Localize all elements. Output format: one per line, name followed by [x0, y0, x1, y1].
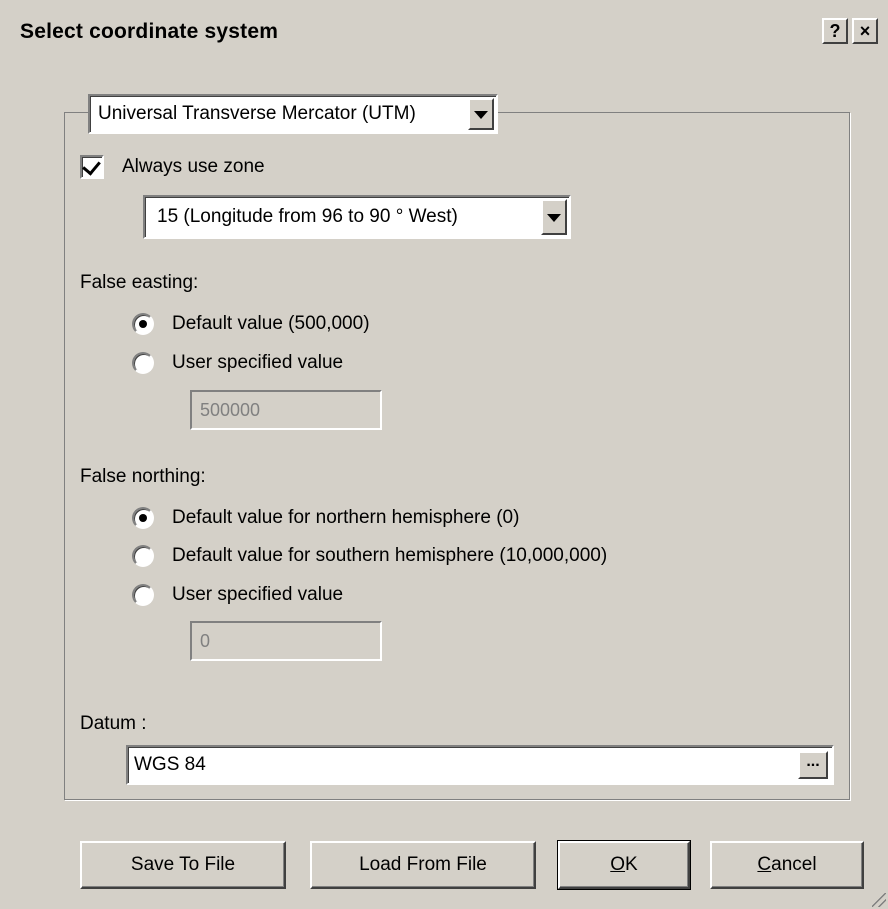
- zone-select[interactable]: 15 (Longitude from 96 to 90 ° West): [143, 195, 571, 239]
- northing-user-label: User specified value: [172, 584, 344, 605]
- projection-dropdown-button[interactable]: [468, 98, 494, 130]
- zone-dropdown-button[interactable]: [541, 199, 567, 235]
- northing-south-label: Default value for southern hemisphere (1…: [172, 545, 608, 566]
- easting-default-radio[interactable]: [132, 313, 154, 335]
- checkmark-icon: [82, 156, 101, 176]
- cancel-button[interactable]: Cancel: [710, 841, 864, 889]
- projection-select-value: Universal Transverse Mercator (UTM): [98, 103, 416, 124]
- ok-mnemonic: O: [610, 854, 626, 875]
- projection-select[interactable]: Universal Transverse Mercator (UTM): [88, 94, 498, 134]
- datum-browse-button[interactable]: ...: [798, 751, 828, 779]
- cancel-label-rest: ancel: [771, 854, 817, 875]
- title-bar: Select coordinate system ? ×: [0, 0, 888, 62]
- false-easting-label: False easting:: [80, 272, 199, 293]
- save-to-file-button[interactable]: Save To File: [80, 841, 286, 889]
- coordinate-system-dialog: Select coordinate system ? × Universal T…: [0, 0, 888, 909]
- northing-user-radio[interactable]: [132, 584, 154, 606]
- close-button[interactable]: ×: [852, 18, 878, 44]
- dialog-title: Select coordinate system: [20, 20, 279, 43]
- easting-user-label: User specified value: [172, 352, 344, 373]
- zone-select-value: 15 (Longitude from 96 to 90 ° West): [157, 206, 458, 227]
- ok-button[interactable]: OK: [557, 840, 691, 890]
- chevron-down-icon: [547, 214, 561, 222]
- northing-value-input[interactable]: 0: [190, 621, 382, 661]
- datum-label: Datum :: [80, 713, 147, 734]
- false-northing-label: False northing:: [80, 466, 206, 487]
- chevron-down-icon: [474, 111, 488, 119]
- easting-default-label: Default value (500,000): [172, 313, 370, 334]
- ok-label-rest: K: [625, 854, 638, 875]
- easting-value-input[interactable]: 500000: [190, 390, 382, 430]
- cancel-mnemonic: C: [757, 854, 772, 875]
- always-use-zone-label: Always use zone: [122, 156, 265, 177]
- load-from-file-button[interactable]: Load From File: [310, 841, 536, 889]
- help-button[interactable]: ?: [822, 18, 848, 44]
- northing-north-radio[interactable]: [132, 507, 154, 529]
- easting-user-radio[interactable]: [132, 352, 154, 374]
- northing-north-label: Default value for northern hemisphere (0…: [172, 507, 520, 528]
- datum-value: WGS 84: [134, 754, 206, 775]
- resize-grip-icon[interactable]: [872, 893, 886, 907]
- northing-south-radio[interactable]: [132, 545, 154, 567]
- datum-input[interactable]: WGS 84 ...: [126, 745, 834, 785]
- always-use-zone-checkbox[interactable]: [80, 155, 104, 179]
